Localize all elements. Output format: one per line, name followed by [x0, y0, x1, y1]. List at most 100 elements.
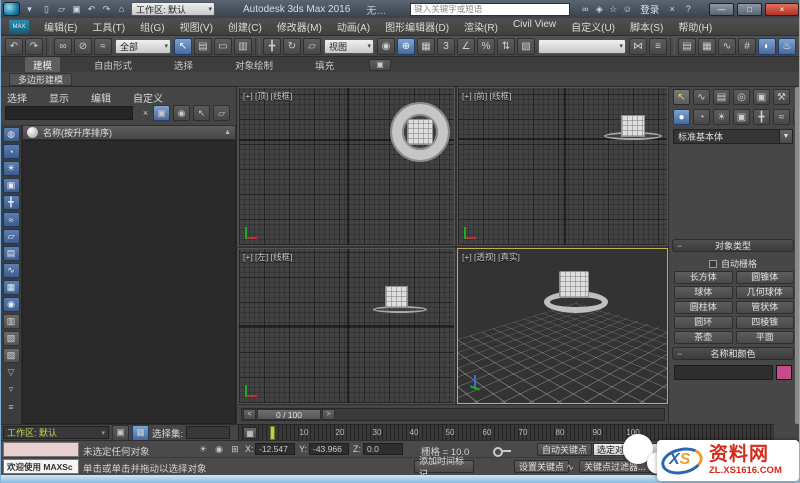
time-slider-track[interactable]: < 0 / 100 >	[241, 408, 665, 421]
ribbon-tab-freeform[interactable]: 自由形式	[86, 57, 140, 73]
app-menu-caret-icon[interactable]: ▾	[22, 3, 37, 16]
save-file-icon[interactable]: ▣	[69, 3, 84, 16]
track-bar[interactable]: ▦ 10 20 30 40 50 60 70 80 90 100	[238, 424, 774, 440]
next-frame-button[interactable]: >	[322, 409, 335, 420]
select-and-scale-icon[interactable]: ▱	[303, 37, 321, 55]
object-color-swatch[interactable]	[776, 365, 792, 380]
curve-editor-icon[interactable]: ∿	[718, 37, 736, 55]
signin-button[interactable]: 登录	[640, 2, 659, 16]
tab-modify[interactable]: ∿	[693, 89, 710, 105]
toggle-helpers-icon[interactable]: ╋	[2, 195, 20, 210]
selection-lock-icon[interactable]: ◉	[213, 444, 225, 455]
rollout-name-color[interactable]: − 名称和颜色	[672, 347, 794, 360]
select-object-icon[interactable]: ↖	[174, 37, 192, 55]
toggle-containers-icon[interactable]: ▦	[2, 280, 20, 295]
redo-icon[interactable]: ↷	[99, 3, 114, 16]
help-icon[interactable]: ?	[681, 3, 695, 16]
menu-item[interactable]: 工具(T)	[92, 19, 125, 34]
filter-icon[interactable]: ▽	[3, 365, 20, 380]
rollout-object-type[interactable]: − 对象类型	[672, 239, 794, 252]
exchange-apps-icon[interactable]: ×	[665, 3, 679, 16]
explorer-menu-item[interactable]: 显示	[49, 90, 69, 105]
ribbon-toggle-icon[interactable]: ▦	[698, 37, 716, 55]
search-history-icon[interactable]: ∞	[578, 3, 592, 16]
selection-set-dropdown[interactable]	[186, 426, 231, 439]
ribbon-media-icon[interactable]: ▣	[369, 58, 392, 71]
align-icon[interactable]: ≡	[649, 37, 667, 55]
display-influences-icon[interactable]: ▧	[2, 331, 20, 346]
object-type-button[interactable]: 四棱锥	[735, 316, 794, 329]
bind-to-space-warp-icon[interactable]: ≈	[94, 37, 112, 55]
ribbon-tab-selection[interactable]: 选择	[166, 57, 201, 73]
z-coordinate-field[interactable]: 0.0	[363, 443, 403, 455]
panel-scrollbar[interactable]	[795, 87, 799, 424]
reference-coordinate-dropdown[interactable]: 视图 ▾	[324, 38, 374, 54]
explorer-object-list[interactable]	[22, 140, 236, 424]
pick-parent-icon[interactable]: ↖	[193, 105, 210, 121]
viewport-label-front[interactable]: [+] [前] [线框]	[462, 90, 511, 102]
toggle-geometry-icon[interactable]: ◍	[2, 127, 20, 142]
ribbon-tab-populate[interactable]: 填充	[307, 57, 342, 73]
tab-display[interactable]: ▣	[753, 89, 770, 105]
cat-shapes[interactable]: ◔	[693, 109, 710, 125]
application-menu-button[interactable]	[3, 2, 20, 16]
box-object-perspective[interactable]	[559, 271, 589, 298]
autogrid-checkbox[interactable]	[708, 259, 717, 268]
explorer-search-input[interactable]	[5, 106, 133, 120]
box-object-front-view[interactable]	[621, 115, 645, 137]
open-file-icon[interactable]: ▱	[54, 3, 69, 16]
absolute-offset-icon[interactable]: ⊞	[229, 444, 241, 455]
previous-frame-button[interactable]: <	[243, 409, 256, 420]
explorer-menu-item[interactable]: 自定义	[133, 90, 163, 105]
isolate-cube-icon[interactable]: ▣	[112, 424, 129, 441]
box-object-left-view[interactable]	[385, 286, 408, 308]
add-time-tag-button[interactable]: 添加时间标记	[414, 456, 474, 479]
box-object-top-view[interactable]	[407, 119, 433, 145]
set-key-button[interactable]: 设置关键点	[514, 460, 570, 473]
toggle-cameras-icon[interactable]: ▣	[2, 178, 20, 193]
redo-icon[interactable]: ↷	[25, 37, 43, 55]
render-setup-icon[interactable]: ♨	[778, 37, 796, 55]
tab-motion[interactable]: ◎	[733, 89, 750, 105]
select-by-name-icon[interactable]: ▤	[194, 37, 212, 55]
toggle-bones-icon[interactable]: ∿	[2, 263, 20, 278]
tab-utilities[interactable]: ⚒	[773, 89, 790, 105]
menu-item[interactable]: 动画(A)	[337, 19, 370, 34]
menu-item[interactable]: 渲染(R)	[464, 19, 498, 34]
polygon-modeling-panel[interactable]: 多边形建模	[9, 72, 73, 86]
snap-toggle-3d-icon[interactable]: 3	[437, 37, 455, 55]
object-type-button[interactable]: 圆锥体	[735, 271, 794, 284]
schematic-view-icon[interactable]: #	[738, 37, 756, 55]
menu-item[interactable]: 修改器(M)	[277, 19, 322, 34]
cat-helpers[interactable]: ╋	[753, 109, 770, 125]
signin-user-icon[interactable]: ☺	[620, 3, 634, 16]
mirror-icon[interactable]: ⋈	[629, 37, 647, 55]
menu-item[interactable]: 帮助(H)	[678, 19, 712, 34]
clear-search-icon[interactable]: ×	[137, 105, 154, 121]
object-type-button[interactable]: 管状体	[735, 301, 794, 314]
tab-create[interactable]: ↖	[673, 89, 690, 105]
toggle-space-warps-icon[interactable]: ≈	[2, 212, 20, 227]
communication-center-icon[interactable]: ◈	[592, 3, 606, 16]
toggle-xrefs-icon[interactable]: ▤	[2, 246, 20, 261]
keyboard-override-icon[interactable]: ▦	[417, 37, 435, 55]
explorer-menu-item[interactable]: 选择	[7, 90, 27, 105]
percent-snap-icon[interactable]: %	[477, 37, 495, 55]
angle-snap-icon[interactable]: ∠	[457, 37, 475, 55]
menu-item[interactable]: 创建(C)	[228, 19, 262, 34]
find-icon[interactable]: ▣	[153, 105, 170, 121]
select-and-rotate-icon[interactable]: ↻	[283, 37, 301, 55]
menu-item[interactable]: 自定义(U)	[571, 19, 615, 34]
new-scene-icon[interactable]: ▯	[39, 3, 54, 16]
cat-cameras[interactable]: ▣	[733, 109, 750, 125]
selection-region-icon[interactable]: ▭	[214, 37, 232, 55]
viewport-top[interactable]: [+] [顶] [线框]	[238, 87, 455, 246]
favorites-icon[interactable]: ☆	[606, 3, 620, 16]
select-and-link-icon[interactable]: ∞	[54, 37, 72, 55]
x-coordinate-field[interactable]: -12.547	[255, 443, 295, 455]
cat-space-warps[interactable]: ≈	[773, 109, 790, 125]
object-type-button[interactable]: 长方体	[674, 271, 733, 284]
maximize-button[interactable]: □	[737, 2, 762, 16]
isolate-selection-icon[interactable]: ☀	[197, 444, 209, 455]
undo-icon[interactable]: ↶	[5, 37, 23, 55]
